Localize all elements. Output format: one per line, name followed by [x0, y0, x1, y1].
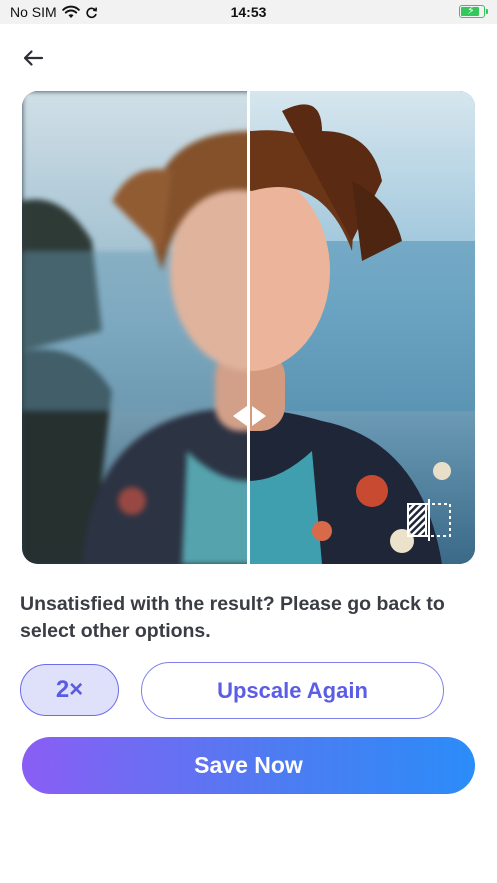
save-now-button[interactable]: Save Now: [22, 737, 475, 794]
arrow-left-icon: [23, 50, 44, 66]
battery-icon: ⚡: [459, 5, 488, 18]
upscale-again-button[interactable]: Upscale Again: [141, 662, 444, 719]
compare-toggle-icon[interactable]: [405, 498, 453, 542]
charging-bolt-icon: ⚡: [467, 5, 475, 17]
status-time: 14:53: [230, 4, 267, 20]
comparison-preview[interactable]: [22, 91, 475, 564]
back-button[interactable]: [18, 44, 48, 72]
scale-factor-button[interactable]: 2×: [20, 664, 119, 716]
drag-handle-icon[interactable]: [227, 399, 271, 433]
result-message: Unsatisfied with the result? Please go b…: [20, 593, 445, 642]
comparison-divider[interactable]: [247, 91, 250, 564]
status-bar: No SIM 14:53 ⚡: [0, 0, 497, 24]
